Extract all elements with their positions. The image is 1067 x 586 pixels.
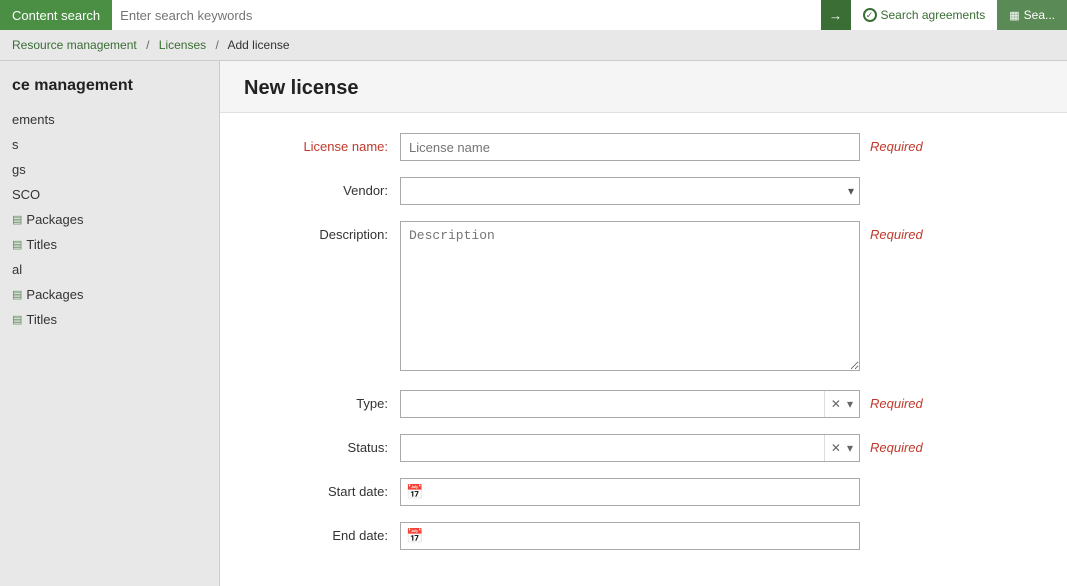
start-date-field: 📅 xyxy=(400,478,860,506)
status-input[interactable] xyxy=(401,435,824,461)
vendor-select[interactable] xyxy=(400,177,860,205)
vendor-select-wrapper: ▾ xyxy=(400,177,860,205)
sidebar-item-ements[interactable]: ements xyxy=(0,107,219,132)
sidebar-item-packages-2-label: Packages xyxy=(26,287,83,302)
end-date-wrapper: 📅 xyxy=(400,522,860,550)
resources-icon: ▦ xyxy=(1009,9,1019,22)
status-field: ✕ ▾ xyxy=(400,434,860,462)
type-combo: ✕ ▾ xyxy=(400,390,860,418)
sidebar-item-gs[interactable]: gs xyxy=(0,157,219,182)
vendor-row: Vendor: ▾ xyxy=(260,177,1027,205)
search-input[interactable] xyxy=(112,0,820,30)
sidebar-item-sco-label: SCO xyxy=(12,187,40,202)
end-date-field: 📅 xyxy=(400,522,860,550)
description-row: Description: Required xyxy=(260,221,1027,374)
sidebar-title: ce management xyxy=(0,61,219,107)
end-date-row: End date: 📅 xyxy=(260,522,1027,550)
sidebar-item-al-label: al xyxy=(12,262,22,277)
start-date-calendar-icon[interactable]: 📅 xyxy=(406,484,423,501)
status-combo-buttons: ✕ ▾ xyxy=(824,435,859,461)
start-date-input[interactable] xyxy=(400,478,860,506)
license-name-required: Required xyxy=(860,133,923,154)
end-date-input[interactable] xyxy=(400,522,860,550)
package-icon-2: ▤ xyxy=(12,288,22,301)
start-date-label: Start date: xyxy=(260,478,400,499)
description-textarea[interactable] xyxy=(400,221,860,371)
type-row: Type: ✕ ▾ Required xyxy=(260,390,1027,418)
sidebar-item-packages-1[interactable]: ▤ Packages xyxy=(0,207,219,232)
sidebar-item-gs-label: gs xyxy=(12,162,26,177)
sidebar-item-sco[interactable]: SCO xyxy=(0,182,219,207)
type-input[interactable] xyxy=(401,391,824,417)
search-resources-button[interactable]: ▦ Sea... xyxy=(997,0,1067,30)
breadcrumb-sep-1: / xyxy=(146,38,149,52)
start-date-row: Start date: 📅 xyxy=(260,478,1027,506)
type-required: Required xyxy=(860,390,923,411)
sidebar-item-s-label: s xyxy=(12,137,19,152)
titles-icon-2: ▤ xyxy=(12,313,22,326)
vendor-field: ▾ xyxy=(400,177,860,205)
license-name-field xyxy=(400,133,860,161)
top-bar: Content search → ✓ Search agreements ▦ S… xyxy=(0,0,1067,30)
end-date-label: End date: xyxy=(260,522,400,543)
type-chevron-icon[interactable]: ▾ xyxy=(845,396,855,412)
status-label: Status: xyxy=(260,434,400,455)
search-agreements-button[interactable]: ✓ Search agreements xyxy=(851,0,998,30)
type-combo-buttons: ✕ ▾ xyxy=(824,391,859,417)
package-icon-1: ▤ xyxy=(12,213,22,226)
content-area: New license License name: Required Vendo… xyxy=(220,61,1067,586)
page-title: New license xyxy=(220,61,1067,113)
sidebar-item-titles-1[interactable]: ▤ Titles xyxy=(0,232,219,257)
type-clear-button[interactable]: ✕ xyxy=(829,396,843,412)
sidebar: ce management ements s gs SCO ▤ Packages… xyxy=(0,61,220,586)
content-search-button[interactable]: Content search xyxy=(0,0,112,30)
end-date-calendar-icon[interactable]: 📅 xyxy=(406,528,423,545)
agreement-icon: ✓ xyxy=(863,8,877,22)
search-go-button[interactable]: → xyxy=(821,0,851,30)
sidebar-item-s[interactable]: s xyxy=(0,132,219,157)
status-row: Status: ✕ ▾ Required xyxy=(260,434,1027,462)
description-required: Required xyxy=(860,221,923,242)
breadcrumb: Resource management / Licenses / Add lic… xyxy=(0,30,1067,61)
license-name-label: License name: xyxy=(260,133,400,154)
main-layout: ce management ements s gs SCO ▤ Packages… xyxy=(0,61,1067,586)
breadcrumb-resource-management[interactable]: Resource management xyxy=(12,38,137,52)
status-required: Required xyxy=(860,434,923,455)
sidebar-item-al[interactable]: al xyxy=(0,257,219,282)
breadcrumb-sep-2: / xyxy=(215,38,218,52)
status-combo: ✕ ▾ xyxy=(400,434,860,462)
license-name-input[interactable] xyxy=(400,133,860,161)
breadcrumb-current: Add license xyxy=(228,38,290,52)
sidebar-item-titles-2[interactable]: ▤ Titles xyxy=(0,307,219,332)
sidebar-item-packages-1-label: Packages xyxy=(26,212,83,227)
start-date-wrapper: 📅 xyxy=(400,478,860,506)
description-field xyxy=(400,221,860,374)
status-chevron-icon[interactable]: ▾ xyxy=(845,440,855,456)
sidebar-item-ements-label: ements xyxy=(12,112,55,127)
titles-icon-1: ▤ xyxy=(12,238,22,251)
sidebar-item-packages-2[interactable]: ▤ Packages xyxy=(0,282,219,307)
breadcrumb-licenses[interactable]: Licenses xyxy=(159,38,206,52)
license-form: License name: Required Vendor: ▾ xyxy=(220,113,1067,586)
sidebar-item-titles-1-label: Titles xyxy=(26,237,57,252)
vendor-label: Vendor: xyxy=(260,177,400,198)
status-clear-button[interactable]: ✕ xyxy=(829,440,843,456)
type-label: Type: xyxy=(260,390,400,411)
license-name-row: License name: Required xyxy=(260,133,1027,161)
type-field: ✕ ▾ xyxy=(400,390,860,418)
description-label: Description: xyxy=(260,221,400,242)
sidebar-item-titles-2-label: Titles xyxy=(26,312,57,327)
